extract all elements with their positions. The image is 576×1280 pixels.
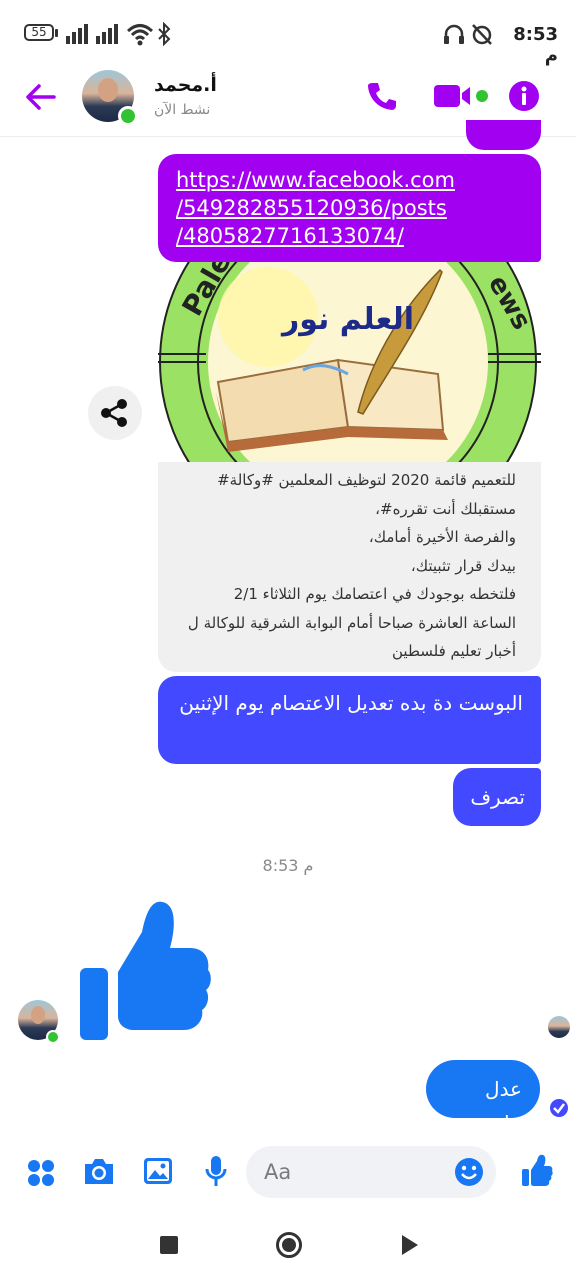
share-icon: [101, 399, 127, 427]
previous-message-bubble[interactable]: [466, 120, 541, 150]
thumbs-up-sticker-icon[interactable]: [78, 898, 218, 1044]
alarm-off-icon: [472, 24, 492, 45]
preview-line: بيدك قرار تثبيتك،: [410, 556, 516, 575]
preview-line: والفرصة الأخيرة أمامك،: [368, 528, 516, 546]
link-preview-text: للتعميم قائمة 2020 لتوظيف المعلمين #وكال…: [174, 466, 516, 666]
battery-icon: 55: [24, 24, 54, 41]
home-dot: [282, 1238, 296, 1252]
battery-tip-icon: [55, 29, 58, 37]
recents-button[interactable]: [160, 1236, 178, 1254]
link-line-3[interactable]: /4805827716133074/: [176, 222, 523, 250]
preview-line: أخبار تعليم فلسطين: [392, 642, 516, 660]
system-nav-bar: [0, 1210, 576, 1280]
online-indicator: [46, 1030, 60, 1044]
headphones-icon: [444, 24, 464, 44]
preview-line: مستقبلك أنت تقرره#،: [375, 499, 516, 518]
link-preview-card[interactable]: Pale ews العلم نور للتعميم قائمة 2020 لت…: [158, 262, 541, 672]
preview-line: للتعميم قائمة 2020 لتوظيف المعلمين #وكال…: [217, 471, 516, 489]
bluetooth-icon: [158, 22, 171, 46]
microphone-icon[interactable]: [204, 1154, 228, 1188]
message-composer: Aa: [0, 1140, 576, 1210]
active-status: نشط الآن: [154, 102, 211, 118]
signal-icon-1: [66, 24, 88, 44]
status-time: 8:53 م: [513, 24, 558, 66]
message-text: البوست دة بده تعديل الاعتصام يوم الإثنين: [179, 691, 523, 715]
message-text: تصرف: [470, 785, 525, 809]
seen-avatar: [548, 1016, 570, 1038]
video-call-icon[interactable]: [434, 82, 490, 110]
link-preview-image[interactable]: Pale ews العلم نور: [158, 262, 541, 462]
phone-icon[interactable]: [366, 80, 398, 112]
back-arrow-icon[interactable]: [24, 80, 58, 114]
back-button-icon[interactable]: [400, 1234, 420, 1256]
avatar-face: [98, 78, 118, 102]
sent-message-bubble[interactable]: البوست دة بده تعديل الاعتصام يوم الإثنين: [158, 676, 541, 764]
home-button[interactable]: [276, 1232, 302, 1258]
link-line-2[interactable]: /549282855120936/posts: [176, 194, 523, 222]
message-input[interactable]: Aa: [246, 1146, 496, 1198]
contact-name[interactable]: أ.محمد: [154, 74, 217, 96]
preview-line: فلتخطه بوجودك في اعتصامك يوم الثلاثاء 2/…: [233, 585, 516, 603]
emoji-icon[interactable]: [454, 1157, 484, 1187]
link-line-1[interactable]: https://www.facebook.com: [176, 166, 523, 194]
avatar-face: [31, 1006, 45, 1024]
status-bar: 55 8:53 م: [0, 0, 576, 66]
preview-line: الساعة العاشرة صباحا أمام البوابة الشرقي…: [187, 613, 516, 632]
battery-level: 55: [31, 25, 47, 39]
like-button-icon[interactable]: [520, 1154, 554, 1188]
message-timestamp: 8:53 م: [262, 856, 314, 875]
preview-image-title: العلم نور: [281, 302, 415, 337]
gallery-icon[interactable]: [142, 1156, 174, 1186]
sent-message-bubble[interactable]: تصرف: [453, 768, 541, 826]
online-indicator: [118, 106, 138, 126]
share-button[interactable]: [88, 386, 142, 440]
message-input-placeholder: Aa: [264, 1160, 292, 1184]
delivered-check-icon: [550, 1099, 568, 1117]
logo-illustration: Pale ews: [158, 262, 541, 462]
menu-grid-icon[interactable]: [26, 1158, 56, 1188]
sent-message-bubble[interactable]: عدل عليه: [426, 1060, 540, 1135]
link-message-bubble[interactable]: https://www.facebook.com /54928285512093…: [158, 154, 541, 262]
info-icon[interactable]: [508, 80, 540, 112]
message-text: عدل عليه: [485, 1077, 522, 1135]
signal-icon-2: [96, 24, 118, 44]
wifi-icon: [126, 24, 154, 46]
camera-icon[interactable]: [82, 1156, 116, 1186]
